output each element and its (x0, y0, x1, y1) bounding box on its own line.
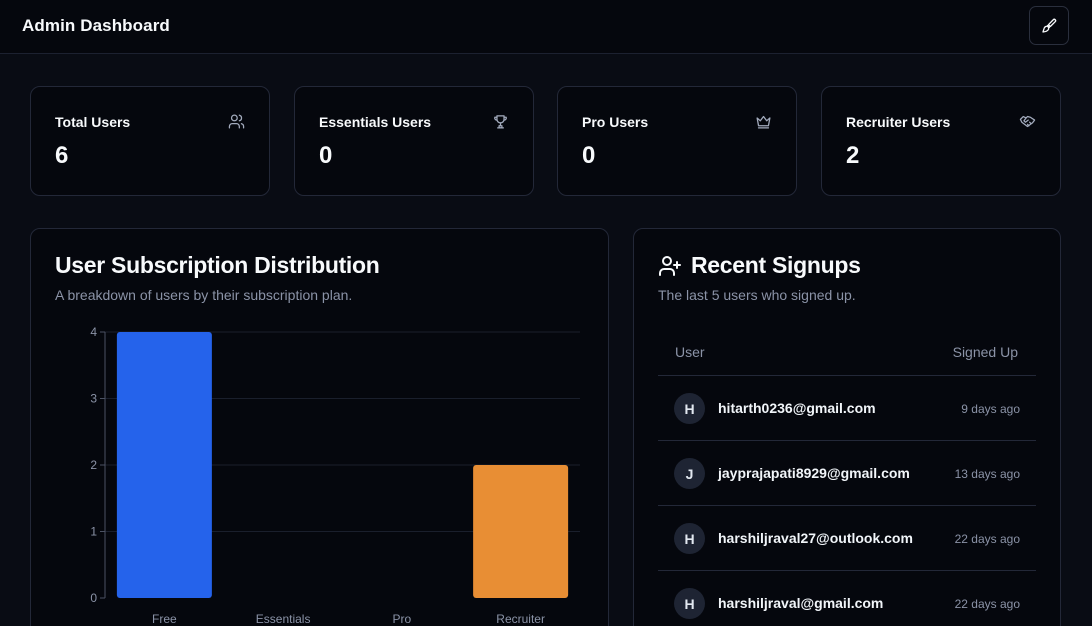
app-title: Admin Dashboard (22, 16, 170, 35)
avatar: H (674, 393, 705, 424)
stat-card-pro-users: Pro Users 0 (557, 86, 797, 196)
table-row: J jayprajapati8929@gmail.com 13 days ago (658, 440, 1036, 505)
crown-icon (756, 115, 771, 129)
column-header-user: User (675, 344, 705, 360)
user-email: jayprajapati8929@gmail.com (718, 465, 910, 481)
table-row: H harshiljraval27@outlook.com 22 days ag… (658, 505, 1036, 570)
stat-value: 0 (319, 142, 333, 169)
y-tick-label: 1 (90, 525, 97, 539)
signup-time: 9 days ago (961, 402, 1020, 416)
stat-label: Pro Users (582, 114, 649, 130)
table-row: H hitarth0236@gmail.com 9 days ago (658, 375, 1036, 440)
user-email: harshiljraval27@outlook.com (718, 530, 913, 546)
bar-free (116, 332, 212, 598)
avatar: J (674, 458, 705, 489)
panel-subtitle: The last 5 users who signed up. (658, 287, 856, 303)
bar-chart: 0 1 2 3 4 Free Essentials Pro Recruiter (90, 325, 580, 626)
signup-time: 22 days ago (954, 532, 1020, 546)
x-tick-label: Essentials (256, 612, 311, 626)
users-icon (228, 114, 245, 129)
stat-label: Essentials Users (319, 114, 432, 130)
y-tick-label: 4 (90, 325, 97, 339)
theme-button[interactable] (1029, 6, 1069, 45)
recent-signups-panel: Recent Signups The last 5 users who sign… (633, 228, 1061, 626)
user-plus-icon (659, 256, 681, 276)
y-tick-label: 2 (90, 458, 97, 472)
x-tick-label: Recruiter (496, 612, 545, 626)
stat-card-recruiter-users: Recruiter Users 2 (821, 86, 1061, 196)
trophy-icon (494, 115, 507, 129)
stat-label: Recruiter Users (846, 114, 951, 130)
stat-value: 0 (582, 142, 596, 169)
user-email: harshiljraval@gmail.com (718, 595, 884, 611)
stat-card-essentials-users: Essentials Users 0 (294, 86, 534, 196)
stat-card-total-users: Total Users 6 (30, 86, 270, 196)
table-row: H harshiljraval@gmail.com 22 days ago (658, 570, 1036, 626)
x-tick-label: Free (152, 612, 177, 626)
bar-recruiter (473, 465, 569, 598)
x-tick-label: Pro (393, 612, 412, 626)
top-bar: Admin Dashboard (0, 0, 1092, 54)
avatar: H (674, 588, 705, 619)
stat-value: 2 (846, 142, 860, 169)
stat-value: 6 (55, 142, 69, 169)
subscription-distribution-panel: User Subscription Distribution A breakdo… (30, 228, 609, 626)
handshake-icon (1019, 115, 1036, 128)
avatar: H (674, 523, 705, 554)
stat-label: Total Users (55, 114, 131, 130)
y-tick-label: 0 (90, 591, 97, 605)
paintbrush-icon (1042, 18, 1057, 33)
panel-title: Recent Signups (691, 252, 861, 278)
y-tick-label: 3 (90, 392, 97, 406)
user-email: hitarth0236@gmail.com (718, 400, 876, 416)
signup-time: 22 days ago (954, 597, 1020, 611)
signup-time: 13 days ago (954, 467, 1020, 481)
column-header-signed-up: Signed Up (952, 344, 1018, 360)
